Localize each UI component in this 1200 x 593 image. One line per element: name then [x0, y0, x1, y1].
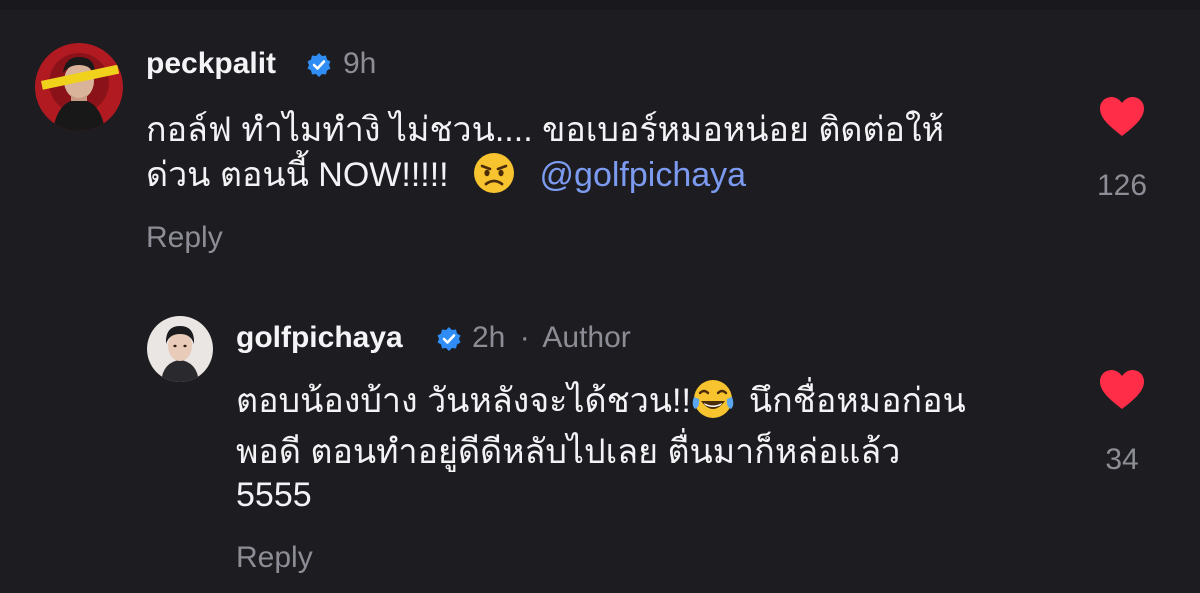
meta-separator: ·	[519, 321, 530, 354]
comment-text-line-2: พอดี ตอนทำอยู่ดีดีหลับไปเลย ตื่นมาก็หล่อ…	[236, 433, 901, 471]
heart-icon[interactable]	[1099, 96, 1145, 138]
tears-of-joy-emoji-icon	[692, 380, 734, 419]
comment-text-line-2: ด่วน ตอนนี้ NOW!!!!! @golfpichaya	[146, 153, 747, 199]
like-count: 126	[1096, 169, 1148, 202]
avatar-peckpalit[interactable]	[35, 43, 123, 131]
comment-text: ตอบน้องบ้าง วันหลังจะได้ชวน!!	[236, 382, 691, 420]
comment-text-line-1: ตอบน้องบ้าง วันหลังจะได้ชวน!! นึกชื่อหมอ…	[236, 380, 966, 425]
reply-button[interactable]: Reply	[236, 540, 313, 576]
username-peckpalit[interactable]: peckpalit	[146, 46, 276, 82]
verified-badge-icon	[307, 53, 331, 77]
verified-badge-icon	[437, 327, 461, 351]
like-count: 34	[1105, 443, 1139, 476]
comment-time: 9h	[343, 47, 377, 80]
angry-face-emoji-icon	[474, 153, 515, 194]
avatar-image	[147, 316, 213, 382]
comment-text-line-3: 5555	[236, 476, 312, 514]
avatar-image	[35, 43, 123, 131]
username-golfpichaya[interactable]: golfpichaya	[236, 320, 403, 356]
comment-text: นึกชื่อหมอก่อน	[748, 382, 966, 420]
comment-time: 2h	[472, 321, 506, 354]
top-divider	[0, 0, 1200, 10]
reply-button[interactable]: Reply	[146, 220, 223, 256]
mention-link[interactable]: @golfpichaya	[540, 156, 747, 194]
heart-icon[interactable]	[1099, 369, 1145, 411]
author-label: Author	[542, 321, 631, 354]
comment-text: ด่วน ตอนนี้ NOW!!!!!	[146, 156, 449, 194]
comment-text-line-1: กอล์ฟ ทำไมทำงิ ไม่ชวน.... ขอเบอร์หมอหน่อ…	[146, 111, 944, 149]
avatar-golfpichaya[interactable]	[147, 316, 213, 382]
comment-meta: 2h · Author	[472, 320, 631, 356]
